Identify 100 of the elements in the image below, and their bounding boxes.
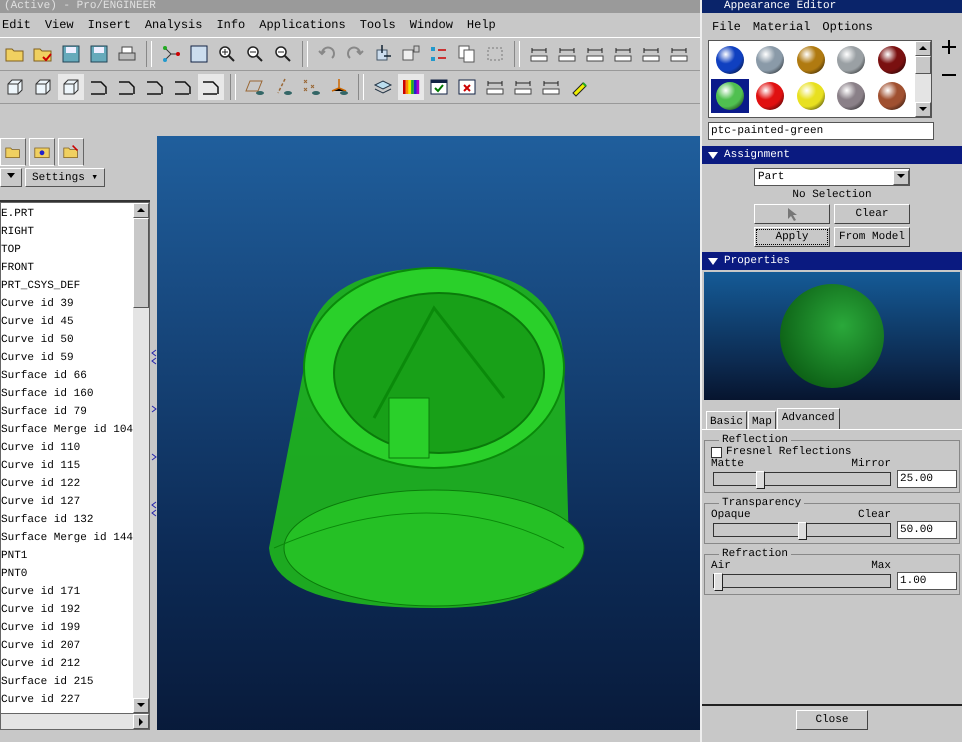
folder-tools-tab[interactable] bbox=[58, 138, 84, 166]
menu-item[interactable]: Options bbox=[822, 20, 873, 34]
model-tree-item[interactable]: Surface id 215 bbox=[1, 673, 133, 691]
vertical-scrollbar[interactable] bbox=[133, 203, 149, 713]
slider-track[interactable] bbox=[713, 574, 891, 588]
menu-item[interactable]: Insert bbox=[88, 18, 131, 32]
model-tree-item[interactable]: E.PRT bbox=[1, 205, 133, 223]
horizontal-scrollbar[interactable] bbox=[0, 714, 150, 730]
model-tree-item[interactable]: Curve id 207 bbox=[1, 637, 133, 655]
scroll-thumb[interactable] bbox=[133, 218, 149, 308]
model-tree-item[interactable]: Surface id 66 bbox=[1, 367, 133, 385]
model-tree-item[interactable]: TOP bbox=[1, 241, 133, 259]
folder-tree-tab[interactable] bbox=[0, 138, 26, 166]
slider-max-label: Mirror bbox=[851, 458, 891, 470]
menu-item[interactable]: View bbox=[44, 18, 74, 32]
chevron-right-icon[interactable] bbox=[150, 453, 156, 461]
checkbox[interactable] bbox=[711, 446, 722, 458]
menu-item[interactable]: Applications bbox=[259, 18, 346, 32]
model-tree-item[interactable]: RIGHT bbox=[1, 223, 133, 241]
dialog-title: Appearance Editor bbox=[702, 0, 962, 13]
model-tree-item[interactable]: Surface id 160 bbox=[1, 385, 133, 403]
model-tree-item[interactable]: PRT_CSYS_DEF bbox=[1, 277, 133, 295]
folder-star-tab[interactable] bbox=[29, 138, 55, 166]
model-tree-item[interactable]: Curve id 59 bbox=[1, 349, 133, 367]
checkbox-label: Fresnel Reflections bbox=[726, 446, 852, 458]
model-tree-item[interactable]: Curve id 39 bbox=[1, 295, 133, 313]
model-tree-item[interactable]: Curve id 192 bbox=[1, 601, 133, 619]
material-name-field[interactable]: ptc-painted-green bbox=[708, 122, 934, 140]
section-header[interactable]: Assignment bbox=[702, 146, 962, 164]
model-tree-item[interactable]: Curve id 171 bbox=[1, 583, 133, 601]
menu-item[interactable]: Info bbox=[216, 18, 246, 32]
3d-viewport[interactable] bbox=[157, 136, 700, 730]
model-tree-item[interactable]: Curve id 227 bbox=[1, 691, 133, 709]
model-tree-item[interactable]: PNT0 bbox=[1, 565, 133, 583]
menu-item[interactable]: Window bbox=[410, 18, 453, 32]
model-tree-item[interactable]: Curve id 110 bbox=[1, 439, 133, 457]
group-title: Transparency bbox=[721, 497, 802, 509]
slider-track[interactable] bbox=[713, 472, 891, 486]
section-header[interactable]: Properties bbox=[702, 252, 962, 270]
selection-status: No Selection bbox=[792, 189, 872, 201]
slider-thumb[interactable] bbox=[756, 471, 765, 489]
model-tree-item[interactable]: PNT1 bbox=[1, 547, 133, 565]
model-tree-item[interactable]: Surface Merge id 104 bbox=[1, 421, 133, 439]
properties-tab[interactable]: Advanced bbox=[776, 408, 840, 429]
model-tree-item[interactable]: Curve id 115 bbox=[1, 457, 133, 475]
group-title: Reflection bbox=[721, 434, 790, 446]
clear-button[interactable]: Clear bbox=[834, 204, 910, 224]
value-field[interactable]: 50.00 bbox=[897, 521, 957, 539]
slider-min-label: Air bbox=[711, 560, 731, 572]
cursor-icon bbox=[787, 207, 797, 221]
chevron-right-icon[interactable] bbox=[150, 405, 156, 413]
collapse-triangle-icon bbox=[708, 152, 718, 158]
section-title: Properties bbox=[724, 255, 790, 267]
slider-max-label: Clear bbox=[858, 509, 891, 521]
chevron-left-icon[interactable] bbox=[150, 349, 156, 365]
cube-icon[interactable] bbox=[58, 74, 84, 100]
model-tree-item[interactable]: Curve id 199 bbox=[1, 619, 133, 637]
slider-track[interactable] bbox=[713, 523, 891, 537]
menu-item[interactable]: Analysis bbox=[144, 18, 202, 32]
part-dropdown[interactable]: Part bbox=[754, 168, 910, 186]
model-tree-item[interactable]: Surface Merge id 144 bbox=[1, 529, 133, 547]
section-title: Assignment bbox=[724, 149, 790, 161]
menu-item[interactable]: Tools bbox=[360, 18, 396, 32]
material-swatch[interactable] bbox=[711, 79, 749, 113]
apply-button[interactable]: Apply bbox=[754, 227, 830, 247]
slider-thumb[interactable] bbox=[714, 573, 723, 591]
plus-icon[interactable] bbox=[942, 40, 956, 54]
model-tree-item[interactable]: Curve id 122 bbox=[1, 475, 133, 493]
slider-min-label: Matte bbox=[711, 458, 744, 470]
close-button[interactable]: Close bbox=[796, 710, 868, 730]
group-title: Refraction bbox=[721, 548, 790, 560]
chevron-left-icon[interactable] bbox=[150, 501, 156, 517]
pick-button[interactable] bbox=[754, 204, 830, 224]
vertical-scrollbar[interactable] bbox=[915, 41, 931, 117]
spectrum-icon[interactable] bbox=[398, 74, 424, 100]
menu-item[interactable]: Material bbox=[752, 20, 810, 34]
model-tree-item[interactable]: Curve id 212 bbox=[1, 655, 133, 673]
menu-item[interactable]: Edit bbox=[2, 18, 31, 32]
settings-button[interactable]: Settings ▾ bbox=[25, 168, 106, 186]
edge-icon[interactable] bbox=[198, 74, 224, 100]
model-tree-item[interactable]: Curve id 50 bbox=[1, 331, 133, 349]
dropdown-button[interactable] bbox=[0, 168, 22, 186]
collapse-triangle-icon bbox=[708, 258, 718, 264]
value-field[interactable]: 25.00 bbox=[897, 470, 957, 488]
model-tree-item[interactable]: Surface id 79 bbox=[1, 403, 133, 421]
model-tree-item[interactable]: FRONT bbox=[1, 259, 133, 277]
properties-tab[interactable]: Map bbox=[748, 411, 776, 429]
menu-item[interactable]: File bbox=[712, 20, 741, 34]
scroll-thumb[interactable] bbox=[915, 56, 931, 74]
caret-icon bbox=[7, 173, 15, 179]
model-tree-item[interactable]: Curve id 127 bbox=[1, 493, 133, 511]
value-field[interactable]: 1.00 bbox=[897, 572, 957, 590]
model-tree-item[interactable]: Curve id 45 bbox=[1, 313, 133, 331]
model-tree-item[interactable]: Surface id 132 bbox=[1, 511, 133, 529]
menu-item[interactable]: Help bbox=[466, 18, 496, 32]
slider-max-label: Max bbox=[871, 560, 891, 572]
properties-tab[interactable]: Basic bbox=[706, 411, 748, 429]
arrow-right-icon bbox=[136, 716, 146, 726]
from-model-button[interactable]: From Model bbox=[834, 227, 910, 247]
slider-thumb[interactable] bbox=[798, 522, 806, 540]
